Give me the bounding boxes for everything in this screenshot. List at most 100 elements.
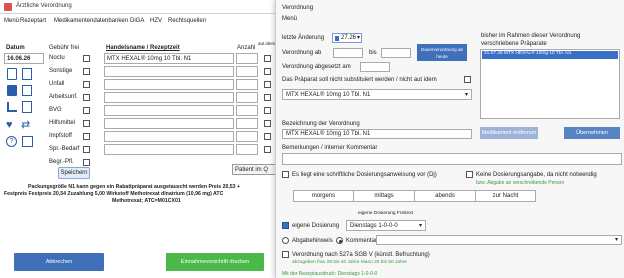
comment-select[interactable]: ▾ xyxy=(376,235,622,245)
amount-cell[interactable] xyxy=(236,118,258,129)
art-insemination-checkbox[interactable] xyxy=(282,251,289,258)
prescription-title-label: Bezeichnung der Verordnung xyxy=(282,121,360,127)
tab-medikamentendatenbanken[interactable]: Medikamentendatenbanken xyxy=(54,18,128,24)
app-icon xyxy=(4,3,12,11)
chevron-down-icon: ▾ xyxy=(418,223,422,229)
chart-icon[interactable] xyxy=(7,102,17,112)
medication-select[interactable]: MTX HEXAL® 10mg 10 Tbl. N1 ▾ xyxy=(282,89,472,100)
tab-rechtsquellen[interactable]: Rechtsquellen xyxy=(168,18,206,24)
category-checkbox[interactable] xyxy=(83,68,90,75)
art-insemination-sublabel: abzugeben frau 28 bis 40 Jahre Mann 25 b… xyxy=(292,260,407,265)
own-dosage-select[interactable]: Dienstags 1-0-0-0 ▾ xyxy=(346,220,426,231)
aut-idem-checkbox[interactable] xyxy=(264,120,271,127)
category-checkbox[interactable] xyxy=(83,107,90,114)
tab-menu[interactable]: Menü xyxy=(4,18,19,24)
table-row[interactable] xyxy=(104,118,234,129)
category-row[interactable]: Sonstige xyxy=(49,68,72,74)
save-button[interactable]: Speichern xyxy=(58,167,90,179)
category-row[interactable]: Impfstoff xyxy=(49,133,72,139)
category-row[interactable]: Hilfsmittel xyxy=(49,120,75,126)
patient-label: Patient im Q xyxy=(235,167,269,173)
category-checkbox[interactable] xyxy=(83,81,90,88)
document-icon[interactable] xyxy=(22,68,32,80)
written-instruction-checkbox[interactable] xyxy=(282,171,289,178)
take-over-button[interactable]: Übernehmen xyxy=(564,127,620,139)
remove-medication-button[interactable]: Medikament entfernen xyxy=(480,127,538,139)
dialog-menu[interactable]: Menü xyxy=(282,16,297,22)
morning-field[interactable]: morgens xyxy=(294,191,354,201)
hint-radio[interactable] xyxy=(282,237,289,244)
prescription-to-input[interactable] xyxy=(381,48,411,58)
tab-rezeptart[interactable]: Rezeptart xyxy=(20,18,46,24)
list-item[interactable]: 21.07.26 MTX HEXAL® 10mg 10 Tbl. N1 xyxy=(482,51,618,59)
category-row[interactable]: Spr.-Bedarf xyxy=(49,146,79,152)
table-row[interactable] xyxy=(104,66,234,77)
category-row[interactable]: Noctu xyxy=(49,55,65,61)
amount-cell[interactable] xyxy=(236,144,258,155)
calendar-icon[interactable] xyxy=(22,136,33,147)
dauerverordnung-button[interactable]: Dauerverordnung ab heute xyxy=(417,44,467,61)
date-field[interactable]: 16.06.26 xyxy=(4,53,44,64)
table-row[interactable] xyxy=(104,144,234,155)
aut-idem-checkbox[interactable] xyxy=(264,68,271,75)
help-icon[interactable]: ? xyxy=(6,136,17,147)
night-field[interactable]: zur Nacht xyxy=(476,191,535,201)
no-dosage-checkbox[interactable] xyxy=(466,171,473,178)
table-row[interactable] xyxy=(104,105,234,116)
table-row[interactable] xyxy=(104,131,234,142)
amount-cell[interactable] xyxy=(236,105,258,116)
stethoscope-icon[interactable]: ♥ xyxy=(6,119,13,131)
list-icon[interactable] xyxy=(22,101,32,113)
patient-button[interactable]: Patient im Q xyxy=(232,164,280,175)
table-row[interactable]: MTX HEXAL® 10mg 10 Tbl. N1 xyxy=(104,53,234,64)
aut-idem-checkbox[interactable] xyxy=(264,133,271,140)
info-text: Packungsgröße N1 kann gegen ein Rabattpr… xyxy=(4,184,282,205)
table-row[interactable] xyxy=(104,92,234,103)
comment-radio[interactable] xyxy=(336,237,343,244)
category-row[interactable]: Begr.-Pfl. xyxy=(49,159,74,165)
last-change-select[interactable]: 27.26 ▾ xyxy=(332,33,362,43)
evening-field[interactable]: abends xyxy=(415,191,476,201)
amount-cell[interactable] xyxy=(236,79,258,90)
category-row[interactable]: Unfall xyxy=(49,81,64,87)
table-row[interactable] xyxy=(104,79,234,90)
night-label: zur Nacht xyxy=(492,193,519,199)
aut-idem-checkbox[interactable] xyxy=(264,107,271,114)
last-change-label: letzte Änderung xyxy=(282,35,325,41)
prescription-title-input[interactable]: MTX HEXAL® 10mg 10 Tbl. N1 xyxy=(282,129,472,139)
tab-diga[interactable]: DiGA xyxy=(130,18,144,24)
remarks-input[interactable] xyxy=(282,153,622,165)
discontinued-input[interactable] xyxy=(360,62,390,72)
prescription-from-input[interactable] xyxy=(333,48,363,58)
own-dosage-checkbox[interactable] xyxy=(282,222,289,229)
tab-hzv[interactable]: HZV xyxy=(150,18,162,24)
category-checkbox[interactable] xyxy=(83,55,90,62)
swap-icon[interactable]: ⇄ xyxy=(21,118,30,131)
category-row[interactable]: BVG xyxy=(49,107,62,113)
aut-idem-checkbox[interactable] xyxy=(264,94,271,101)
chevron-down-icon: ▾ xyxy=(464,92,468,98)
prescription-from-label: Verordnung ab xyxy=(282,50,322,56)
category-checkbox[interactable] xyxy=(83,94,90,101)
comment-label: Kommentar xyxy=(346,238,378,244)
amount-cell[interactable] xyxy=(236,66,258,77)
amount-cell[interactable] xyxy=(236,92,258,103)
category-checkbox[interactable] xyxy=(83,133,90,140)
aut-idem-checkbox[interactable] xyxy=(264,146,271,153)
clipboard-icon[interactable] xyxy=(7,68,17,80)
aut-idem-checkbox[interactable] xyxy=(264,81,271,88)
print-icon[interactable] xyxy=(22,85,32,96)
aut-idem-checkbox[interactable] xyxy=(464,76,471,83)
amount-cell[interactable] xyxy=(236,53,258,64)
previous-list[interactable]: 21.07.26 MTX HEXAL® 10mg 10 Tbl. N1 xyxy=(480,49,620,119)
save-icon[interactable] xyxy=(7,85,17,96)
cancel-button[interactable]: Abbrechen xyxy=(14,253,104,271)
noon-field[interactable]: mittags xyxy=(354,191,415,201)
category-row[interactable]: Arbeitsunf. xyxy=(49,94,78,100)
category-checkbox[interactable] xyxy=(83,120,90,127)
amount-cell[interactable] xyxy=(236,131,258,142)
category-checkbox[interactable] xyxy=(83,159,90,166)
category-checkbox[interactable] xyxy=(83,146,90,153)
print-instructions-button[interactable]: Einnahmevorschrift drucken xyxy=(166,253,264,271)
aut-idem-checkbox[interactable] xyxy=(264,55,271,62)
